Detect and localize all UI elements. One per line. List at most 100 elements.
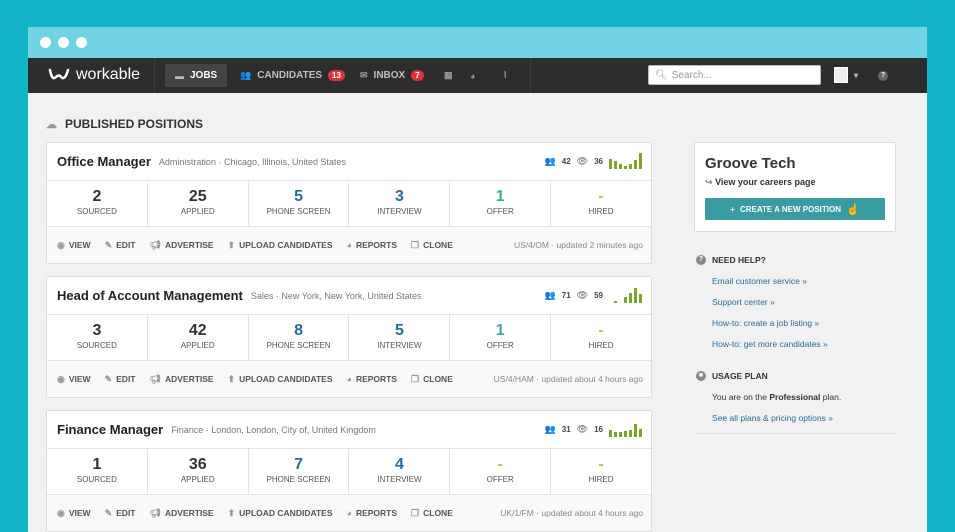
search-placeholder: Search... [671,69,712,81]
megaphone-icon: 📢︎ [149,239,161,250]
plus-icon: + [730,204,735,214]
stage-count: - [598,456,604,473]
workable-logo[interactable]: workable [48,66,140,84]
avatar[interactable] [834,67,848,83]
position-title[interactable]: Head of Account Management [57,288,243,303]
stage-hired[interactable]: - HIRED [551,315,651,360]
stage-label: HIRED [588,341,614,350]
views-icon: 👁 [576,155,589,166]
pie-chart-icon: ◕ [470,70,476,81]
view-button[interactable]: ◉ VIEW [57,508,91,519]
help-header: ? NEED HELP? [696,255,898,265]
stage-phone-screen[interactable]: 5 PHONE SCREEN [249,181,350,226]
advertise-button[interactable]: 📢︎ ADVERTISE [150,374,214,385]
position-card: Head of Account Management Sales · New Y… [46,276,652,398]
stage-interview[interactable]: 5 INTERVIEW [349,315,451,360]
stage-offer[interactable]: - OFFER [450,449,552,494]
stage-count: 2 [92,188,102,205]
stage-offer[interactable]: 1 OFFER [450,315,552,360]
pie-chart-icon: ◕ [346,240,352,250]
help-link-email[interactable]: Email customer service » [712,276,898,286]
stage-count: 8 [294,322,304,339]
edit-button[interactable]: ✎ EDIT [105,374,136,385]
careers-page-link[interactable]: ↪ View your careers page [705,177,885,188]
plan-name: Professional [769,392,821,402]
position-title[interactable]: Finance Manager [57,422,163,437]
copy-icon: ❐ [411,507,420,518]
advertise-button[interactable]: 📢︎ ADVERTISE [150,508,214,519]
edit-button[interactable]: ✎ EDIT [105,508,136,519]
advertise-button[interactable]: 📢︎ ADVERTISE [150,240,214,251]
pie-chart-icon: ◕ [346,508,352,518]
stage-applied[interactable]: 36 APPLIED [148,449,249,494]
help-icon[interactable]: ? [878,58,888,93]
stage-label: SOURCED [76,475,117,484]
upload-icon: ⬆ [227,507,236,518]
nav-inbox[interactable]: ✉ INBOX 7 [360,58,424,93]
top-navigation: workable ▬ JOBS 👥 CANDIDATES 13 ✉ INBOX … [28,58,927,93]
stage-count: 42 [188,322,207,339]
stage-applied[interactable]: 25 APPLIED [148,181,249,226]
view-button[interactable]: ◉ VIEW [57,374,91,385]
stage-phone-screen[interactable]: 8 PHONE SCREEN [249,315,350,360]
stage-count: 7 [294,456,304,473]
people-count: 31 [561,424,571,434]
card-header: Head of Account Management Sales · New Y… [47,277,651,315]
card-header: Finance Manager Finance · London, London… [47,411,651,449]
edit-button[interactable]: ✎ EDIT [105,240,136,251]
reports-button[interactable]: ◕ REPORTS [347,508,398,518]
reports-button[interactable]: ◕ REPORTS [347,374,398,384]
edit-label: EDIT [116,374,136,384]
stage-sourced[interactable]: 3 SOURCED [47,315,148,360]
activity-icon: ⌇ [503,70,508,80]
stage-phone-screen[interactable]: 7 PHONE SCREEN [249,449,350,494]
stage-count: - [598,188,604,205]
clone-button[interactable]: ❐ CLONE [411,508,453,519]
people-count: 42 [561,156,571,166]
search-input[interactable]: 🔍︎ Search... [648,65,821,85]
help-link-support[interactable]: Support center » [712,297,898,307]
create-position-label: CREATE A NEW POSITION [739,204,841,214]
view-button[interactable]: ◉ VIEW [57,240,91,251]
megaphone-icon: 📢︎ [149,373,161,384]
stage-hired[interactable]: - HIRED [551,449,651,494]
nav-jobs[interactable]: ▬ JOBS [165,64,228,87]
plans-pricing-link[interactable]: See all plans & pricing options » [712,413,898,423]
stage-count: 25 [188,188,207,205]
upload-candidates-button[interactable]: ⬆ UPLOAD CANDIDATES [228,240,333,251]
help-link-create-listing[interactable]: How-to: create a job listing » [712,318,898,328]
nav-divider [530,58,531,93]
cloud-icon: ☁ [46,118,57,131]
stage-applied[interactable]: 42 APPLIED [148,315,249,360]
views-count: 16 [594,424,603,434]
stage-interview[interactable]: 4 INTERVIEW [349,449,451,494]
clone-button[interactable]: ❐ CLONE [411,374,453,385]
eye-icon: ◉ [57,239,65,250]
position-card: Office Manager Administration · Chicago,… [46,142,652,264]
upload-candidates-button[interactable]: ⬆ UPLOAD CANDIDATES [228,508,333,519]
create-position-button[interactable]: + CREATE A NEW POSITION ☝ [705,198,885,220]
help-section: ? NEED HELP? Email customer service » Su… [696,255,898,434]
views-icon: 👁 [576,423,589,434]
window-dot-2[interactable] [58,37,69,48]
position-stats: 👥 31 👁 16 [545,421,643,437]
window-dot-3[interactable] [76,37,87,48]
nav-reports[interactable]: ◕ [470,58,475,93]
position-title[interactable]: Office Manager [57,154,151,169]
upload-candidates-button[interactable]: ⬆ UPLOAD CANDIDATES [228,374,333,385]
nav-candidates[interactable]: 👥 CANDIDATES 13 [240,58,345,93]
clone-button[interactable]: ❐ CLONE [411,240,453,251]
window-dot-1[interactable] [40,37,51,48]
candidates-badge: 13 [328,70,345,81]
chevron-down-icon[interactable]: ▾ [854,58,858,93]
reports-button[interactable]: ◕ REPORTS [347,240,398,250]
stage-label: PHONE SCREEN [266,341,331,350]
nav-activity[interactable]: ⌇ [503,58,507,93]
help-link-more-candidates[interactable]: How-to: get more candidates » [712,339,898,349]
stage-hired[interactable]: - HIRED [551,181,651,226]
stage-sourced[interactable]: 2 SOURCED [47,181,148,226]
stage-interview[interactable]: 3 INTERVIEW [349,181,451,226]
stage-sourced[interactable]: 1 SOURCED [47,449,148,494]
stage-offer[interactable]: 1 OFFER [450,181,552,226]
nav-calendar[interactable]: ▦ [444,58,453,93]
